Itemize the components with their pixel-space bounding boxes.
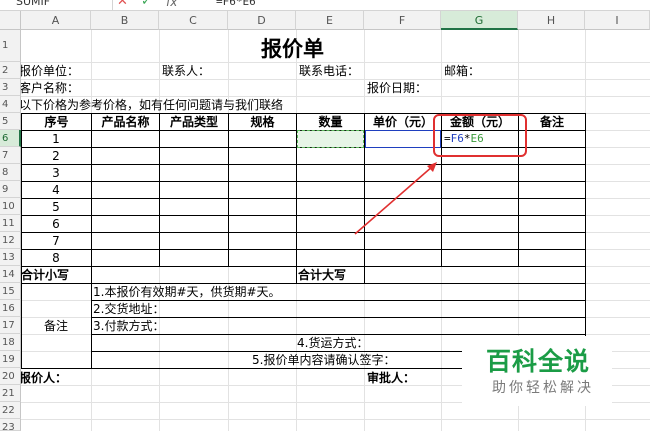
row-header-7[interactable]: 7 bbox=[0, 147, 21, 164]
column-header-d[interactable]: D bbox=[228, 11, 296, 30]
total-small-label: 合计小写 bbox=[21, 268, 70, 282]
contact-label: 联系人： bbox=[162, 64, 211, 78]
item-number[interactable]: 2 bbox=[21, 148, 91, 164]
header-product-type[interactable]: 产品类型 bbox=[159, 113, 229, 131]
row-header-3[interactable]: 3 bbox=[0, 79, 21, 96]
item-number[interactable]: 3 bbox=[21, 165, 91, 181]
column-header-h[interactable]: H bbox=[518, 11, 585, 30]
header-remarks[interactable]: 备注 bbox=[518, 113, 586, 131]
column-header-b[interactable]: B bbox=[91, 11, 159, 30]
header-quantity[interactable]: 数量 bbox=[296, 113, 365, 131]
item-number[interactable]: 8 bbox=[21, 250, 91, 266]
unit-price-reference-f6[interactable] bbox=[365, 130, 441, 148]
header-unit-price[interactable]: 单价（元） bbox=[364, 113, 442, 131]
pointer-arrow-icon bbox=[354, 162, 437, 235]
email-label: 邮箱： bbox=[444, 64, 481, 78]
remark-payment: 3.付款方式： bbox=[93, 319, 165, 333]
remarks-label: 备注 bbox=[43, 319, 68, 333]
column-header-c[interactable]: C bbox=[159, 11, 228, 30]
item-number[interactable]: 1 bbox=[21, 131, 91, 147]
insert-function-icon[interactable]: fx bbox=[166, 0, 177, 10]
row-header-23[interactable]: 23 bbox=[0, 419, 21, 431]
header-spec[interactable]: 规格 bbox=[228, 113, 297, 131]
remark-signature: 5.报价单内容请确认签字： bbox=[252, 353, 396, 367]
quote-date-label: 报价日期： bbox=[367, 81, 428, 95]
item-number[interactable]: 7 bbox=[21, 233, 91, 249]
quote-unit-label: 报价单位： bbox=[21, 64, 80, 78]
column-header-f[interactable]: F bbox=[364, 11, 441, 30]
row-header-5[interactable]: 5 bbox=[0, 113, 21, 130]
row-header-20[interactable]: 20 bbox=[0, 368, 21, 385]
row-header-11[interactable]: 11 bbox=[0, 215, 21, 232]
row-header-12[interactable]: 12 bbox=[0, 232, 21, 249]
row-header-4[interactable]: 4 bbox=[0, 96, 21, 113]
header-product-name[interactable]: 产品名称 bbox=[91, 113, 160, 131]
row-header-6[interactable]: 6 bbox=[0, 130, 21, 147]
cancel-icon[interactable]: ✕ bbox=[117, 0, 128, 10]
row-header-10[interactable]: 10 bbox=[0, 198, 21, 215]
row-header-16[interactable]: 16 bbox=[0, 300, 21, 317]
row-header-22[interactable]: 22 bbox=[0, 402, 21, 419]
row-header-8[interactable]: 8 bbox=[0, 164, 21, 181]
row-header-18[interactable]: 18 bbox=[0, 334, 21, 351]
remark-shipping: 4.货运方式： bbox=[297, 336, 369, 350]
item-number[interactable]: 6 bbox=[21, 216, 91, 232]
row-header-2[interactable]: 2 bbox=[0, 62, 21, 79]
column-header-i[interactable]: I bbox=[585, 11, 650, 30]
column-header-g[interactable]: G bbox=[441, 11, 518, 30]
quoter-label: 报价人： bbox=[21, 371, 68, 385]
row-header-1[interactable]: 1 bbox=[0, 30, 21, 62]
enter-icon[interactable]: ✓ bbox=[141, 0, 152, 10]
row-header-13[interactable]: 13 bbox=[0, 249, 21, 266]
highlight-amount-cell bbox=[433, 114, 527, 157]
column-header-e[interactable]: E bbox=[296, 11, 364, 30]
approver-label: 审批人： bbox=[367, 371, 416, 385]
watermark-logo: 百科全说 助你轻松解决 bbox=[462, 336, 612, 406]
formula-bar: SUMIF ✕ ✓ fx =F6*E6 bbox=[0, 0, 650, 11]
total-big-label: 合计大写 bbox=[298, 268, 347, 282]
remark-validity: 1.本报价有效期#天，供货期#天。 bbox=[93, 285, 281, 299]
note-line: 以下价格为参考价格，如有任何问题请与我们联络 bbox=[21, 98, 284, 112]
row-header-19[interactable]: 19 bbox=[0, 351, 21, 368]
phone-label: 联系电话： bbox=[299, 64, 360, 78]
row-header-15[interactable]: 15 bbox=[0, 283, 21, 300]
item-number[interactable]: 4 bbox=[21, 182, 91, 198]
row-header-21[interactable]: 21 bbox=[0, 385, 21, 402]
page-title: 报价单 bbox=[261, 36, 324, 61]
header-seq[interactable]: 序号 bbox=[21, 113, 92, 131]
customer-label: 客户名称： bbox=[21, 81, 80, 95]
row-header-9[interactable]: 9 bbox=[0, 181, 21, 198]
quantity-reference-e6[interactable] bbox=[297, 130, 364, 148]
name-box[interactable]: SUMIF bbox=[0, 0, 113, 10]
select-all-corner[interactable] bbox=[0, 11, 21, 30]
watermark-subtitle: 助你轻松解决 bbox=[492, 380, 594, 396]
formula-input[interactable]: =F6*E6 bbox=[216, 0, 256, 10]
item-number[interactable]: 5 bbox=[21, 199, 91, 215]
remark-delivery-address: 2.交货地址： bbox=[93, 302, 165, 316]
column-header-a[interactable]: A bbox=[21, 11, 91, 30]
row-header-14[interactable]: 14 bbox=[0, 266, 21, 283]
watermark-title: 百科全说 bbox=[486, 347, 591, 376]
row-header-17[interactable]: 17 bbox=[0, 317, 21, 334]
